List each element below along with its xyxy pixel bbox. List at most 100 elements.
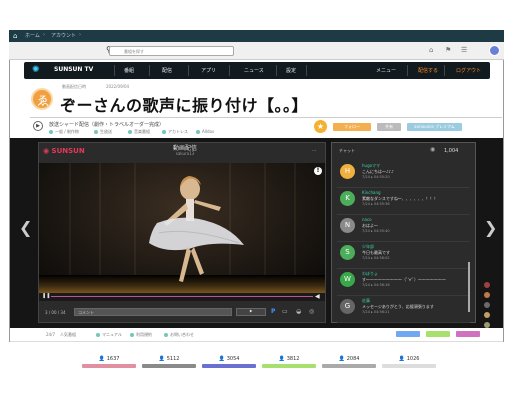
- card-icon[interactable]: ▭: [282, 308, 288, 315]
- lock-icon[interactable]: ⌂: [429, 46, 433, 54]
- stat-bar: [202, 364, 256, 368]
- volume-icon[interactable]: ◀: [315, 293, 320, 300]
- nav-item-news[interactable]: ニュース: [244, 67, 264, 74]
- avatar[interactable]: [489, 45, 500, 56]
- viewer-count: 1,004: [444, 148, 459, 154]
- paypal-icon[interactable]: P: [271, 308, 275, 315]
- chat-username[interactable]: Kinchang: [362, 190, 381, 195]
- flag-icon[interactable]: ⚑: [445, 46, 451, 54]
- page-title: ぞーさんの歌声に振り付け【。。】: [60, 96, 309, 115]
- avatar[interactable]: G: [340, 299, 355, 314]
- person-icon: 👤: [98, 356, 105, 362]
- settings-icon[interactable]: ◎: [309, 308, 314, 315]
- chat-message[interactable]: K Kinchang 素敵なダンスですね～、、、、、、！！！ 7/24 ▸ 04:55…: [337, 187, 470, 215]
- chat-timestamp: 7/24 ▸ 04:56:02: [362, 256, 390, 260]
- nav-item-programs[interactable]: 番組: [124, 67, 134, 74]
- playback-time: 3 / 00 / 34: [45, 310, 66, 315]
- breadcrumb-home[interactable]: ホーム: [25, 32, 40, 39]
- color-swatch[interactable]: [484, 292, 490, 298]
- search-input[interactable]: 番組を探す: [109, 46, 234, 56]
- stat-bar: [382, 364, 436, 368]
- nav-item-settings[interactable]: 設定: [286, 67, 296, 74]
- favorite-star-icon[interactable]: ★: [314, 120, 327, 133]
- color-swatch[interactable]: [484, 302, 490, 308]
- tag[interactable]: 音楽番組: [128, 129, 150, 135]
- breadcrumb-account[interactable]: アカウント: [51, 32, 76, 39]
- tag[interactable]: アカトレス: [162, 129, 188, 135]
- logout-button[interactable]: ログアウト: [456, 67, 481, 74]
- stat-value: 2084: [346, 356, 360, 362]
- channel-icon[interactable]: ゑ: [31, 88, 53, 110]
- footer-button[interactable]: [396, 331, 420, 337]
- chat-username[interactable]: naco: [362, 217, 372, 222]
- tag[interactable]: 一般 / 制作物: [49, 129, 79, 135]
- stat-value: 1026: [406, 356, 420, 362]
- avatar[interactable]: H: [340, 164, 355, 179]
- chat-message[interactable]: G 佐藤 メッセージありがとう、応援頑張ります 7/24 ▸ 04:56:21: [337, 295, 470, 323]
- chevron-right-icon[interactable]: ❯: [484, 218, 497, 237]
- nav-item-apps[interactable]: アプリ: [201, 67, 216, 74]
- brand-name[interactable]: SUNSUN TV: [54, 66, 93, 73]
- footer-button[interactable]: [456, 331, 480, 337]
- chat-message[interactable]: W わぽりょ す～～～～～～～～～（ﾟ∀ﾟ）～～～～～～～ 7/24 ▸ 04:56:…: [337, 268, 470, 296]
- footer-button[interactable]: [426, 331, 450, 337]
- footer-link[interactable]: 人気番組: [60, 332, 76, 338]
- stat-value: 5112: [166, 356, 180, 362]
- chat-timestamp: 7/24 ▸ 04:56:21: [362, 310, 390, 314]
- person-icon: 👤: [338, 356, 345, 362]
- nav-item-streams[interactable]: 配信: [162, 67, 172, 74]
- play-icon[interactable]: ▶: [33, 121, 43, 131]
- footer-link[interactable]: お問い合わせ: [164, 332, 194, 338]
- chevron-right-icon: ›: [79, 32, 81, 38]
- tag[interactable]: Alldas: [196, 129, 214, 134]
- share-button[interactable]: 共有: [377, 123, 401, 131]
- send-button[interactable]: ⯈: [236, 308, 266, 316]
- menu-icon[interactable]: ☰: [461, 46, 467, 54]
- color-swatch[interactable]: [484, 282, 490, 288]
- footer-stats: [0, 342, 512, 400]
- program-title: 放送シャード配信（劇作・トラベルオーダー完成）: [49, 122, 165, 128]
- stat-bar: [82, 364, 136, 368]
- viewer-stat[interactable]: 👤 3812: [262, 356, 316, 368]
- viewer-stat[interactable]: 👤 3054: [202, 356, 256, 368]
- broadcast-date: 動画配信日時 2022/09/04: [62, 84, 130, 89]
- premium-button[interactable]: announce プレミアム: [407, 123, 462, 131]
- scrollbar[interactable]: [468, 262, 470, 312]
- avatar[interactable]: N: [340, 218, 355, 233]
- avatar[interactable]: K: [340, 191, 355, 206]
- tag[interactable]: 生放送: [94, 129, 112, 135]
- pause-icon[interactable]: ❚❚: [42, 293, 50, 299]
- color-swatch[interactable]: [484, 312, 490, 318]
- chat-bubble-icon[interactable]: ◒: [296, 308, 301, 315]
- alert-icon[interactable]: !: [314, 167, 322, 175]
- viewer-stat[interactable]: 👤 1637: [82, 356, 136, 368]
- chat-message[interactable]: Hhugoママ こんにちは～♪♪♪ 7/24 ▸ 04:55:20: [337, 160, 470, 188]
- footer-link[interactable]: 利用規約: [130, 332, 152, 338]
- avatar[interactable]: W: [340, 272, 355, 287]
- chat-timestamp: 7/24 ▸ 04:56:16: [362, 283, 390, 287]
- comment-input[interactable]: コメント: [74, 308, 232, 316]
- avatar[interactable]: S: [340, 245, 355, 260]
- chat-message[interactable]: Nnaco おはよ～ 7/24 ▸ 04:55:40: [337, 214, 470, 242]
- browser-toolbar: ⚲ 番組を探す ⌂ ⚑ ☰: [9, 42, 504, 60]
- home-icon[interactable]: ⌂: [13, 32, 17, 40]
- footer-link[interactable]: マニュアル: [96, 332, 122, 338]
- viewer-stat[interactable]: 👤 5112: [142, 356, 196, 368]
- stat-bar: [322, 364, 376, 368]
- main-nav: ✺ SUNSUN TV 番組 配信 アプリ ニュース 設定 メニュー 配信する …: [24, 62, 490, 79]
- progress-bar[interactable]: ❚❚ ◀: [39, 293, 325, 301]
- stat-value: 3812: [286, 356, 300, 362]
- more-options-icon[interactable]: ⋯: [312, 148, 317, 154]
- viewer-stat[interactable]: 👤 2084: [322, 356, 376, 368]
- viewer-stat[interactable]: 👤 1026: [382, 356, 436, 368]
- nav-menu[interactable]: メニュー: [376, 67, 396, 74]
- chevron-right-icon: ›: [43, 32, 45, 38]
- person-icon: 👤: [218, 356, 225, 362]
- video-frame[interactable]: [39, 163, 325, 293]
- start-stream-button[interactable]: 配信する: [418, 67, 438, 74]
- person-icon: 👤: [278, 356, 285, 362]
- follow-button[interactable]: フォロー: [333, 123, 371, 131]
- chat-message[interactable]: S 少年部 今日も最高です 7/24 ▸ 04:56:02: [337, 241, 470, 269]
- chevron-left-icon[interactable]: ❮: [19, 218, 32, 237]
- footer-link[interactable]: 24/7: [46, 332, 55, 337]
